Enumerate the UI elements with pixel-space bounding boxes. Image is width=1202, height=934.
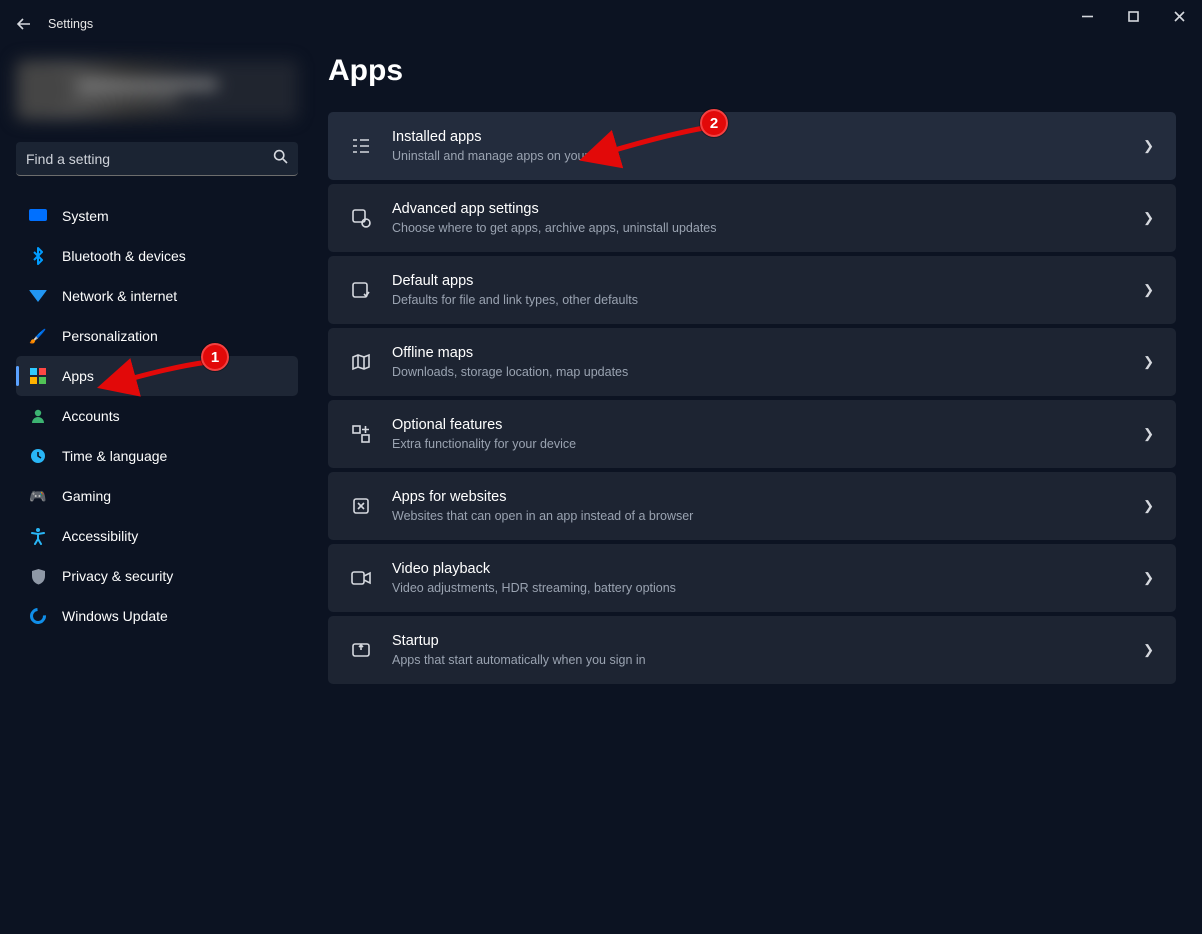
card-advanced-app-settings[interactable]: Advanced app settings Choose where to ge… bbox=[328, 184, 1176, 252]
sidebar-item-system[interactable]: System bbox=[16, 196, 298, 236]
minimize-icon bbox=[1082, 11, 1093, 22]
sidebar-item-label: Time & language bbox=[62, 448, 167, 464]
close-button[interactable] bbox=[1156, 0, 1202, 32]
sidebar-item-label: Accessibility bbox=[62, 528, 138, 544]
sidebar-item-label: Network & internet bbox=[62, 288, 177, 304]
annotation-badge-2: 2 bbox=[700, 109, 728, 137]
sidebar-item-network[interactable]: Network & internet bbox=[16, 276, 298, 316]
page-title: Apps bbox=[328, 54, 1176, 88]
system-icon bbox=[28, 206, 48, 226]
sidebar-item-time-language[interactable]: Time & language bbox=[16, 436, 298, 476]
title-bar: Settings bbox=[0, 0, 1202, 48]
maximize-icon bbox=[1128, 11, 1139, 22]
sidebar-item-label: Apps bbox=[62, 368, 94, 384]
sidebar-item-label: System bbox=[62, 208, 109, 224]
card-subtitle: Defaults for file and link types, other … bbox=[392, 292, 1123, 308]
shield-icon bbox=[28, 566, 48, 586]
sidebar-item-label: Gaming bbox=[62, 488, 111, 504]
gamepad-icon: 🎮 bbox=[28, 486, 48, 506]
card-title: Installed apps bbox=[392, 128, 1123, 146]
sidebar-item-gaming[interactable]: 🎮 Gaming bbox=[16, 476, 298, 516]
chevron-right-icon: ❯ bbox=[1143, 138, 1154, 154]
sidebar-item-label: Privacy & security bbox=[62, 568, 173, 584]
card-title: Video playback bbox=[392, 560, 1123, 578]
sidebar-item-accounts[interactable]: Accounts bbox=[16, 396, 298, 436]
apps-websites-icon bbox=[350, 497, 372, 515]
card-subtitle: Downloads, storage location, map updates bbox=[392, 364, 1123, 380]
back-arrow-icon bbox=[16, 16, 32, 32]
sidebar-nav: System Bluetooth & devices Network & int… bbox=[16, 196, 298, 636]
card-installed-apps[interactable]: Installed apps Uninstall and manage apps… bbox=[328, 112, 1176, 180]
card-startup[interactable]: Startup Apps that start automatically wh… bbox=[328, 616, 1176, 684]
search-input[interactable] bbox=[26, 151, 267, 167]
bluetooth-icon bbox=[28, 246, 48, 266]
chevron-right-icon: ❯ bbox=[1143, 282, 1154, 298]
card-title: Optional features bbox=[392, 416, 1123, 434]
card-title: Offline maps bbox=[392, 344, 1123, 362]
chevron-right-icon: ❯ bbox=[1143, 426, 1154, 442]
sidebar-item-accessibility[interactable]: Accessibility bbox=[16, 516, 298, 556]
close-icon bbox=[1174, 11, 1185, 22]
card-offline-maps[interactable]: Offline maps Downloads, storage location… bbox=[328, 328, 1176, 396]
sidebar-item-label: Bluetooth & devices bbox=[62, 248, 186, 264]
wifi-icon bbox=[28, 286, 48, 306]
startup-icon bbox=[350, 641, 372, 659]
chevron-right-icon: ❯ bbox=[1143, 354, 1154, 370]
chevron-right-icon: ❯ bbox=[1143, 642, 1154, 658]
card-subtitle: Video adjustments, HDR streaming, batter… bbox=[392, 580, 1123, 596]
accessibility-icon bbox=[28, 526, 48, 546]
optional-features-icon bbox=[350, 425, 372, 443]
apps-icon bbox=[28, 366, 48, 386]
card-title: Startup bbox=[392, 632, 1123, 650]
advanced-settings-icon bbox=[350, 208, 372, 228]
card-subtitle: Websites that can open in an app instead… bbox=[392, 508, 1123, 524]
card-subtitle: Extra functionality for your device bbox=[392, 436, 1123, 452]
sidebar-item-label: Accounts bbox=[62, 408, 120, 424]
sidebar-item-bluetooth[interactable]: Bluetooth & devices bbox=[16, 236, 298, 276]
card-title: Advanced app settings bbox=[392, 200, 1123, 218]
card-subtitle: Apps that start automatically when you s… bbox=[392, 652, 1123, 668]
accounts-icon bbox=[28, 406, 48, 426]
annotation-arrow-1 bbox=[118, 356, 214, 395]
card-apps-for-websites[interactable]: Apps for websites Websites that can open… bbox=[328, 472, 1176, 540]
content-area: Apps Installed apps Uninstall and manage… bbox=[328, 54, 1176, 688]
video-icon bbox=[350, 570, 372, 586]
chevron-right-icon: ❯ bbox=[1143, 570, 1154, 586]
annotation-badge-1: 1 bbox=[201, 343, 229, 371]
brush-icon: 🖌️ bbox=[28, 326, 48, 346]
back-button[interactable] bbox=[0, 0, 48, 48]
clock-icon bbox=[28, 446, 48, 466]
sidebar-item-label: Windows Update bbox=[62, 608, 168, 624]
card-subtitle: Choose where to get apps, archive apps, … bbox=[392, 220, 1123, 236]
sidebar-item-personalization[interactable]: 🖌️ Personalization bbox=[16, 316, 298, 356]
search-box[interactable] bbox=[16, 142, 298, 176]
user-info bbox=[78, 80, 298, 101]
search-icon bbox=[267, 149, 288, 168]
sidebar-item-label: Personalization bbox=[62, 328, 158, 344]
maximize-button[interactable] bbox=[1110, 0, 1156, 32]
annotation-arrow-2 bbox=[600, 122, 710, 167]
account-card[interactable] bbox=[16, 60, 298, 120]
card-title: Apps for websites bbox=[392, 488, 1123, 506]
sidebar-item-privacy[interactable]: Privacy & security bbox=[16, 556, 298, 596]
default-apps-icon bbox=[350, 280, 372, 300]
sidebar-item-windows-update[interactable]: Windows Update bbox=[16, 596, 298, 636]
card-optional-features[interactable]: Optional features Extra functionality fo… bbox=[328, 400, 1176, 468]
update-icon bbox=[28, 606, 48, 626]
card-title: Default apps bbox=[392, 272, 1123, 290]
installed-apps-icon bbox=[350, 137, 372, 155]
map-icon bbox=[350, 353, 372, 371]
card-subtitle: Uninstall and manage apps on your PC bbox=[392, 148, 1123, 164]
window-title: Settings bbox=[48, 17, 93, 31]
minimize-button[interactable] bbox=[1064, 0, 1110, 32]
card-video-playback[interactable]: Video playback Video adjustments, HDR st… bbox=[328, 544, 1176, 612]
window-controls bbox=[1064, 0, 1202, 32]
chevron-right-icon: ❯ bbox=[1143, 498, 1154, 514]
card-default-apps[interactable]: Default apps Defaults for file and link … bbox=[328, 256, 1176, 324]
user-avatar-icon bbox=[22, 66, 70, 114]
chevron-right-icon: ❯ bbox=[1143, 210, 1154, 226]
